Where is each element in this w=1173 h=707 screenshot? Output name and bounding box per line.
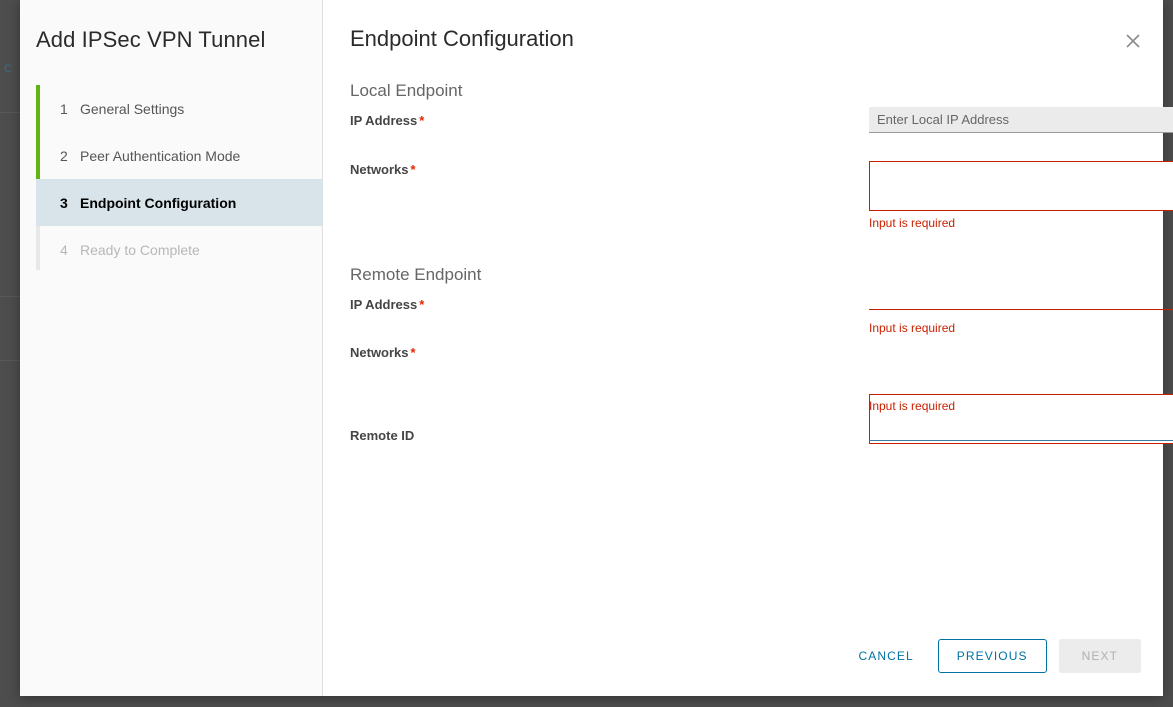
close-icon[interactable]: [1122, 30, 1144, 52]
cancel-button[interactable]: CANCEL: [842, 640, 929, 672]
step-number: 4: [60, 241, 68, 258]
wizard-stepper: 1 General Settings 2 Peer Authentication…: [36, 85, 323, 273]
remote-networks-label: Networks *: [350, 345, 416, 360]
local-networks-label: Networks *: [350, 162, 416, 177]
remote-ip-address-input[interactable]: [869, 286, 1173, 310]
remote-id-field-wrap: [869, 417, 1173, 441]
backdrop-divider: [0, 296, 20, 297]
required-marker: *: [419, 297, 425, 312]
local-networks-error-text: Input is required: [869, 216, 956, 230]
remote-networks-error-text: Input is required: [869, 399, 956, 413]
add-ipsec-vpn-tunnel-dialog: Add IPSec VPN Tunnel 1 General Settings …: [20, 0, 1173, 696]
remote-ip-address-label: IP Address *: [350, 297, 424, 312]
step-number: 1: [60, 100, 68, 117]
required-marker: *: [410, 345, 416, 360]
wizard-main-panel: Endpoint Configuration Local Endpoint IP…: [323, 0, 1173, 696]
remote-ip-address-field-wrap: [869, 286, 1173, 310]
local-ip-address-select-box[interactable]: Enter Local IP Address: [869, 107, 1173, 133]
previous-button[interactable]: PREVIOUS: [937, 639, 1047, 673]
backdrop-divider: [0, 360, 20, 361]
step-label: Ready to Complete: [80, 241, 200, 258]
local-networks-textarea[interactable]: [869, 161, 1173, 211]
label-text: Networks: [350, 162, 409, 177]
local-ip-address-placeholder: Enter Local IP Address: [877, 112, 1010, 127]
wizard-footer: CANCEL PREVIOUS NEXT: [323, 616, 1163, 696]
remote-endpoint-section-title: Remote Endpoint: [350, 265, 482, 284]
step-label: Peer Authentication Mode: [80, 147, 241, 164]
step-label: Endpoint Configuration: [80, 194, 237, 211]
step-number: 3: [60, 194, 68, 211]
label-text: IP Address: [350, 297, 418, 312]
local-ip-address-select[interactable]: Enter Local IP Address: [869, 107, 1173, 133]
remote-id-label: Remote ID: [350, 428, 415, 443]
sidebar-item-general-settings[interactable]: 1 General Settings: [36, 85, 323, 132]
label-text: Networks: [350, 345, 409, 360]
wizard-title: Add IPSec VPN Tunnel: [36, 27, 266, 52]
local-networks-textarea-wrap: [869, 161, 1173, 211]
next-button: NEXT: [1058, 639, 1141, 673]
local-endpoint-section-title: Local Endpoint: [350, 81, 463, 100]
required-marker: *: [419, 113, 425, 128]
sidebar-item-peer-authentication-mode[interactable]: 2 Peer Authentication Mode: [36, 132, 323, 179]
backdrop-divider: [0, 112, 20, 113]
step-number: 2: [60, 147, 68, 164]
required-marker: *: [410, 162, 416, 177]
endpoint-configuration-form: Local Endpoint IP Address * Enter Local I…: [323, 75, 1173, 616]
page-title: Endpoint Configuration: [350, 26, 574, 51]
local-ip-address-label: IP Address *: [350, 113, 424, 128]
wizard-sidebar: Add IPSec VPN Tunnel 1 General Settings …: [20, 0, 323, 696]
remote-id-input[interactable]: [869, 417, 1173, 441]
sidebar-item-ready-to-complete: 4 Ready to Complete: [36, 226, 323, 273]
step-label: General Settings: [80, 100, 185, 117]
label-text: IP Address: [350, 113, 418, 128]
backdrop-text: C: [4, 63, 12, 75]
remote-ip-address-error-text: Input is required: [869, 321, 956, 335]
sidebar-item-endpoint-configuration[interactable]: 3 Endpoint Configuration: [36, 179, 323, 226]
